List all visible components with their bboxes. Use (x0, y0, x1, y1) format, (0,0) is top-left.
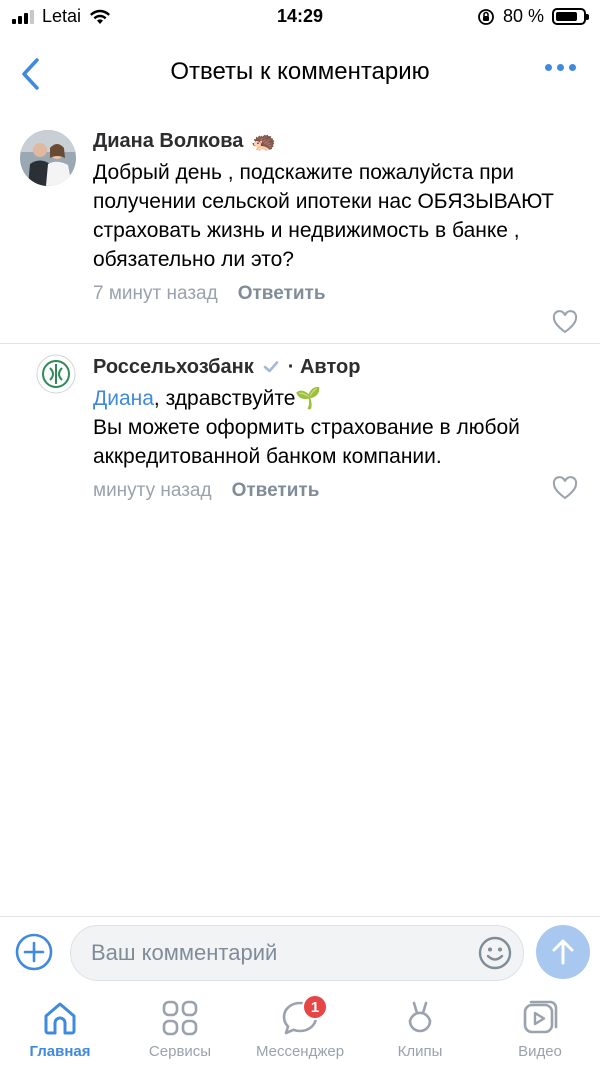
author-tag: · Автор (287, 355, 361, 378)
heart-icon (552, 310, 578, 334)
reply-text: Вы можете оформить страхование в любой а… (93, 416, 520, 468)
mention-link[interactable]: Диана (93, 387, 154, 410)
services-icon (160, 998, 200, 1038)
verified-icon (263, 361, 279, 373)
comment-divider (0, 343, 600, 344)
home-icon (40, 998, 80, 1038)
tab-messenger[interactable]: 1 Мессенджер (240, 988, 360, 1066)
more-button[interactable] (545, 64, 576, 71)
like-button[interactable] (552, 476, 578, 500)
battery-icon (552, 8, 589, 25)
comment-meta: минуту назад Ответить (93, 477, 580, 505)
reply-button[interactable]: Ответить (232, 480, 320, 502)
battery-level (556, 12, 577, 21)
status-bar: Letai 14:29 80 % (0, 0, 600, 34)
orientation-lock-icon (478, 8, 494, 25)
avatar[interactable] (20, 130, 76, 186)
comment-composer (0, 916, 600, 988)
greeting-text: , здравствуйте🌱 (153, 387, 322, 410)
status-right: 80 % (477, 6, 589, 27)
comment-body: Диана Волкова 🦔 Добрый день , подскажите… (93, 128, 580, 308)
tab-label: Сервисы (148, 1043, 212, 1060)
comment-input[interactable] (91, 926, 471, 980)
send-button[interactable] (536, 925, 590, 979)
tab-services[interactable]: Сервисы (120, 988, 240, 1066)
author-name[interactable]: Россельхозбанк (93, 356, 254, 379)
nav-bar: Ответы к комментарию (0, 34, 600, 114)
comment-text: Диана, здравствуйте🌱 Вы можете оформить … (93, 384, 580, 471)
video-icon (520, 998, 560, 1038)
arrow-up-icon (552, 939, 574, 965)
tab-clips[interactable]: Клипы (360, 988, 480, 1066)
comment-item: Россельхозбанк · Автор Диана, здравствуй… (0, 354, 600, 504)
message-icon: 1 (280, 994, 328, 1038)
attach-button[interactable] (14, 932, 54, 972)
tab-label: Главная (29, 1043, 91, 1060)
comment-author: Россельхозбанк · Автор (93, 354, 580, 380)
emoji-button[interactable] (477, 935, 513, 971)
more-horizontal-icon (545, 64, 552, 71)
tab-label: Клипы (397, 1043, 443, 1060)
tab-label: Мессенджер (255, 1043, 345, 1060)
author-name[interactable]: Диана Волкова (93, 130, 243, 153)
comment-author: Диана Волкова 🦔 (93, 128, 580, 154)
bank-logo-icon (36, 354, 76, 394)
reply-button[interactable]: Ответить (238, 283, 326, 305)
comment-text: Добрый день , подскажите пожалуйста при … (93, 161, 554, 271)
avatar-photo (20, 130, 76, 186)
unread-badge: 1 (302, 994, 328, 1020)
like-button[interactable] (552, 310, 578, 334)
comment-item: Диана Волкова 🦔 Добрый день , подскажите… (0, 128, 600, 342)
heart-icon (552, 476, 578, 500)
tab-home[interactable]: Главная (0, 988, 120, 1066)
comment-input-wrapper (70, 925, 524, 981)
tab-label: Видео (518, 1043, 562, 1060)
plus-circle-icon (15, 933, 53, 971)
comment-body: Россельхозбанк · Автор Диана, здравствуй… (93, 354, 580, 505)
comment-meta: 7 минут назад Ответить (93, 280, 580, 308)
smile-icon (478, 936, 512, 970)
tab-bar: Главная Сервисы 1 Мессенджер Клипы Видео (0, 988, 600, 1066)
battery-percent: 80 % (502, 6, 544, 26)
author-emoji: 🦔 (251, 130, 277, 153)
tab-video[interactable]: Видео (480, 988, 600, 1066)
comment-time: 7 минут назад (93, 283, 218, 304)
page-title: Ответы к комментарию (170, 58, 430, 85)
bank-logo-avatar[interactable] (36, 354, 76, 394)
clips-icon (400, 998, 440, 1038)
comment-time: минуту назад (93, 480, 212, 501)
